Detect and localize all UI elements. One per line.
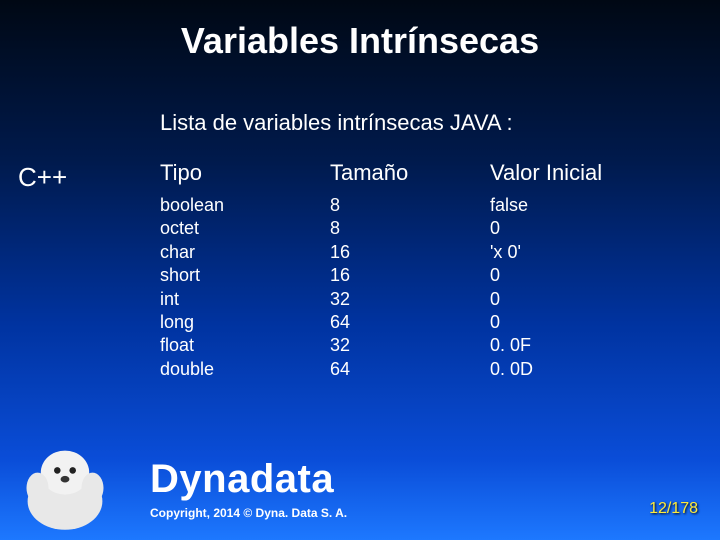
cell-tam: 8 <box>330 217 490 240</box>
copyright: Copyright, 2014 © Dyna. Data S. A. <box>150 506 347 520</box>
slide-title: Variables Intrínsecas <box>0 0 720 62</box>
cell-tipo: float <box>160 334 330 357</box>
slide-subtitle: Lista de variables intrínsecas JAVA : <box>160 110 720 136</box>
cell-val: 'x 0' <box>490 241 690 264</box>
cell-tam: 32 <box>330 334 490 357</box>
header-valor: Valor Inicial <box>490 160 690 194</box>
cell-tipo: octet <box>160 217 330 240</box>
footer: Dynadata Copyright, 2014 © Dyna. Data S.… <box>150 457 347 520</box>
cell-tipo: char <box>160 241 330 264</box>
header-tipo: Tipo <box>160 160 330 194</box>
cell-tipo: int <box>160 288 330 311</box>
slide: Variables Intrínsecas Lista de variables… <box>0 0 720 540</box>
cell-tam: 32 <box>330 288 490 311</box>
page-number: 12/178 <box>649 500 698 518</box>
header-tamano: Tamaño <box>330 160 490 194</box>
cell-tam: 16 <box>330 264 490 287</box>
cell-tipo: double <box>160 358 330 381</box>
table-row: boolean 8 false <box>160 194 690 217</box>
cell-val: 0 <box>490 264 690 287</box>
content-area: C++ Tipo Tamaño Valor Inicial boolean 8 … <box>0 160 720 381</box>
table-row: float 32 0. 0F <box>160 334 690 357</box>
cell-val: 0 <box>490 217 690 240</box>
cell-val: 0 <box>490 311 690 334</box>
cell-val: 0. 0F <box>490 334 690 357</box>
table-row: char 16 'x 0' <box>160 241 690 264</box>
variables-table: Tipo Tamaño Valor Inicial boolean 8 fals… <box>160 160 690 381</box>
cell-tam: 8 <box>330 194 490 217</box>
table-row: int 32 0 <box>160 288 690 311</box>
cell-tipo: boolean <box>160 194 330 217</box>
brand-name: Dynadata <box>150 457 347 502</box>
table-row: long 64 0 <box>160 311 690 334</box>
table-header-row: Tipo Tamaño Valor Inicial <box>160 160 690 194</box>
cell-val: 0. 0D <box>490 358 690 381</box>
table-row: double 64 0. 0D <box>160 358 690 381</box>
side-label: C++ <box>0 160 130 193</box>
cell-tam: 64 <box>330 358 490 381</box>
cell-tam: 64 <box>330 311 490 334</box>
mascot-icon <box>10 422 120 532</box>
cell-tam: 16 <box>330 241 490 264</box>
table-row: octet 8 0 <box>160 217 690 240</box>
cell-val: false <box>490 194 690 217</box>
cell-val: 0 <box>490 288 690 311</box>
cell-tipo: short <box>160 264 330 287</box>
table-row: short 16 0 <box>160 264 690 287</box>
cell-tipo: long <box>160 311 330 334</box>
